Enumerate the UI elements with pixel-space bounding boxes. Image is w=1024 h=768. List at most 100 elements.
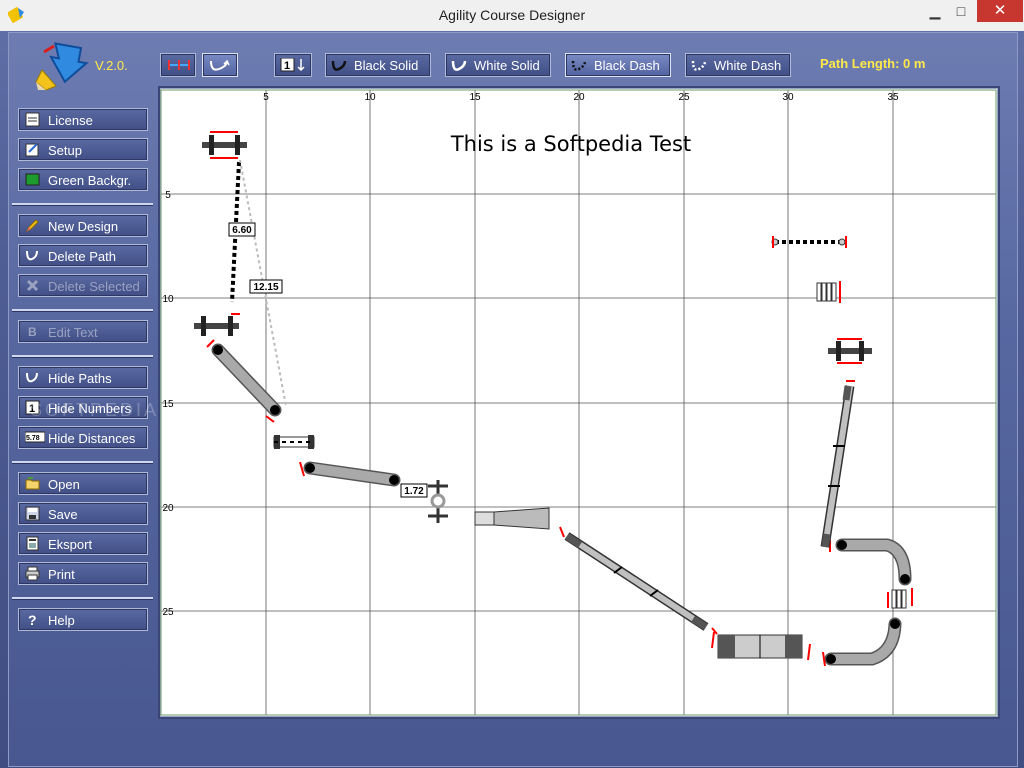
hide-distances-button[interactable]: 5.78 Hide Distances	[18, 426, 148, 449]
dog-walk[interactable]	[559, 526, 718, 635]
y-tick-label: 10	[162, 294, 174, 305]
distance-icon: 5.78	[25, 431, 45, 443]
black-solid-button[interactable]: Black Solid	[325, 53, 431, 77]
broad-jump[interactable]	[771, 236, 847, 248]
new-design-button[interactable]: New Design	[18, 214, 148, 237]
path-length-readout: Path Length: 0 m	[820, 56, 926, 71]
white-solid-path-icon	[451, 60, 467, 71]
printer-icon	[25, 566, 40, 581]
distance-label[interactable]: 12.15	[249, 279, 283, 294]
jump-obstacle[interactable]	[828, 338, 872, 364]
save-icon	[25, 506, 40, 521]
x-tick-label: 20	[573, 92, 585, 103]
app-logo-icon	[35, 42, 89, 91]
save-button[interactable]: Save	[18, 502, 148, 525]
white-solid-label: White Solid	[474, 58, 540, 73]
edit-text-button[interactable]: B Edit Text	[18, 320, 148, 343]
black-solid-label: Black Solid	[354, 58, 419, 73]
path-icon	[26, 372, 38, 383]
export-button[interactable]: Eksport	[18, 532, 148, 555]
path-icon	[210, 59, 230, 71]
watermark: SOFTPEDIA	[30, 400, 160, 420]
print-button[interactable]: Print	[18, 562, 148, 585]
export-icon	[26, 536, 39, 551]
close-button[interactable]: ✕	[977, 0, 1023, 22]
svg-text:5.78: 5.78	[26, 435, 40, 442]
folder-icon	[25, 477, 40, 490]
setup-label: Setup	[48, 143, 82, 158]
curved-tunnel[interactable]	[822, 617, 902, 667]
delete-path-label: Delete Path	[48, 249, 116, 264]
black-solid-path-icon	[331, 60, 347, 71]
numbering-button[interactable]: 1	[274, 53, 312, 77]
y-tick-label: 25	[162, 607, 174, 618]
white-solid-button[interactable]: White Solid	[445, 53, 551, 77]
black-dash-label: Black Dash	[594, 58, 660, 73]
a-frame[interactable]	[711, 631, 811, 661]
x-axis-ticks: 5 10 15 20 25 30 35	[263, 92, 899, 103]
chute[interactable]	[474, 507, 550, 530]
black-dash-button[interactable]: Black Dash	[565, 53, 671, 77]
x-tick-label: 35	[887, 92, 899, 103]
license-label: License	[48, 113, 93, 128]
course-drawing[interactable]: 5 10 15 20 25 30 35 5 10 15 20 25 This is a Softpe…	[160, 88, 998, 717]
edit-text-label: Edit Text	[48, 325, 98, 340]
black-dash-path-icon	[571, 60, 587, 71]
green-background-button[interactable]: Green Backgr.	[18, 168, 148, 191]
x-tick-label: 5	[263, 92, 269, 103]
setup-icon	[25, 143, 39, 157]
y-tick-label: 15	[162, 399, 174, 410]
new-design-label: New Design	[48, 219, 119, 234]
svg-text:6.60: 6.60	[232, 225, 252, 236]
delete-selected-label: Delete Selected	[48, 279, 140, 294]
x-tick-label: 25	[678, 92, 690, 103]
white-dash-label: White Dash	[714, 58, 782, 73]
y-axis-ticks: 5 10 15 20 25	[162, 190, 174, 618]
curved-tunnel[interactable]	[829, 538, 912, 586]
path-tool-button[interactable]	[202, 53, 238, 77]
path-icon	[26, 250, 38, 261]
tire-jump[interactable]	[428, 480, 448, 523]
sidebar-divider	[12, 597, 153, 600]
distance-label[interactable]: 1.72	[400, 483, 428, 498]
measure-icon	[168, 60, 190, 70]
weave-poles[interactable]	[816, 281, 841, 303]
green-background-label: Green Backgr.	[48, 173, 132, 188]
open-label: Open	[48, 477, 80, 492]
measure-tool-button[interactable]	[160, 53, 196, 77]
delete-path-button[interactable]: Delete Path	[18, 244, 148, 267]
course-canvas[interactable]: 5 10 15 20 25 30 35 5 10 15 20 25 This is a Softpe…	[158, 86, 1000, 719]
sidebar-divider	[12, 203, 153, 206]
tunnel[interactable]	[206, 339, 282, 423]
y-tick-label: 20	[162, 503, 174, 514]
panel-jump[interactable]	[273, 435, 315, 449]
svg-text:1.72: 1.72	[404, 486, 424, 497]
setup-button[interactable]: Setup	[18, 138, 148, 161]
white-dash-path-icon	[691, 60, 707, 71]
hide-paths-label: Hide Paths	[48, 371, 112, 386]
distance-label[interactable]: 6.60	[228, 222, 256, 237]
jump-obstacle[interactable]	[194, 313, 240, 336]
help-button[interactable]: ? Help	[18, 608, 148, 631]
sidebar-divider	[12, 461, 153, 464]
seesaw[interactable]	[820, 380, 855, 548]
sidebar-divider	[12, 355, 153, 358]
white-dash-button[interactable]: White Dash	[685, 53, 791, 77]
open-button[interactable]: Open	[18, 472, 148, 495]
svg-text:B: B	[28, 325, 37, 339]
print-label: Print	[48, 567, 75, 582]
maximize-button[interactable]: □	[946, 0, 976, 22]
window-title: Agility Course Designer	[438, 7, 586, 23]
tunnel[interactable]	[299, 461, 401, 487]
x-tick-label: 10	[364, 92, 376, 103]
delete-selected-button[interactable]: Delete Selected	[18, 274, 148, 297]
svg-text:12.15: 12.15	[253, 282, 278, 293]
svg-text:1: 1	[284, 60, 290, 72]
hide-paths-button[interactable]: Hide Paths	[18, 366, 148, 389]
jump-obstacle[interactable]	[202, 131, 247, 159]
svg-text:?: ?	[28, 612, 37, 627]
weave-poles[interactable]	[887, 588, 913, 609]
green-background-icon	[25, 173, 40, 186]
license-button[interactable]: License	[18, 108, 148, 131]
course-title[interactable]: This is a Softpedia Test	[450, 132, 691, 156]
